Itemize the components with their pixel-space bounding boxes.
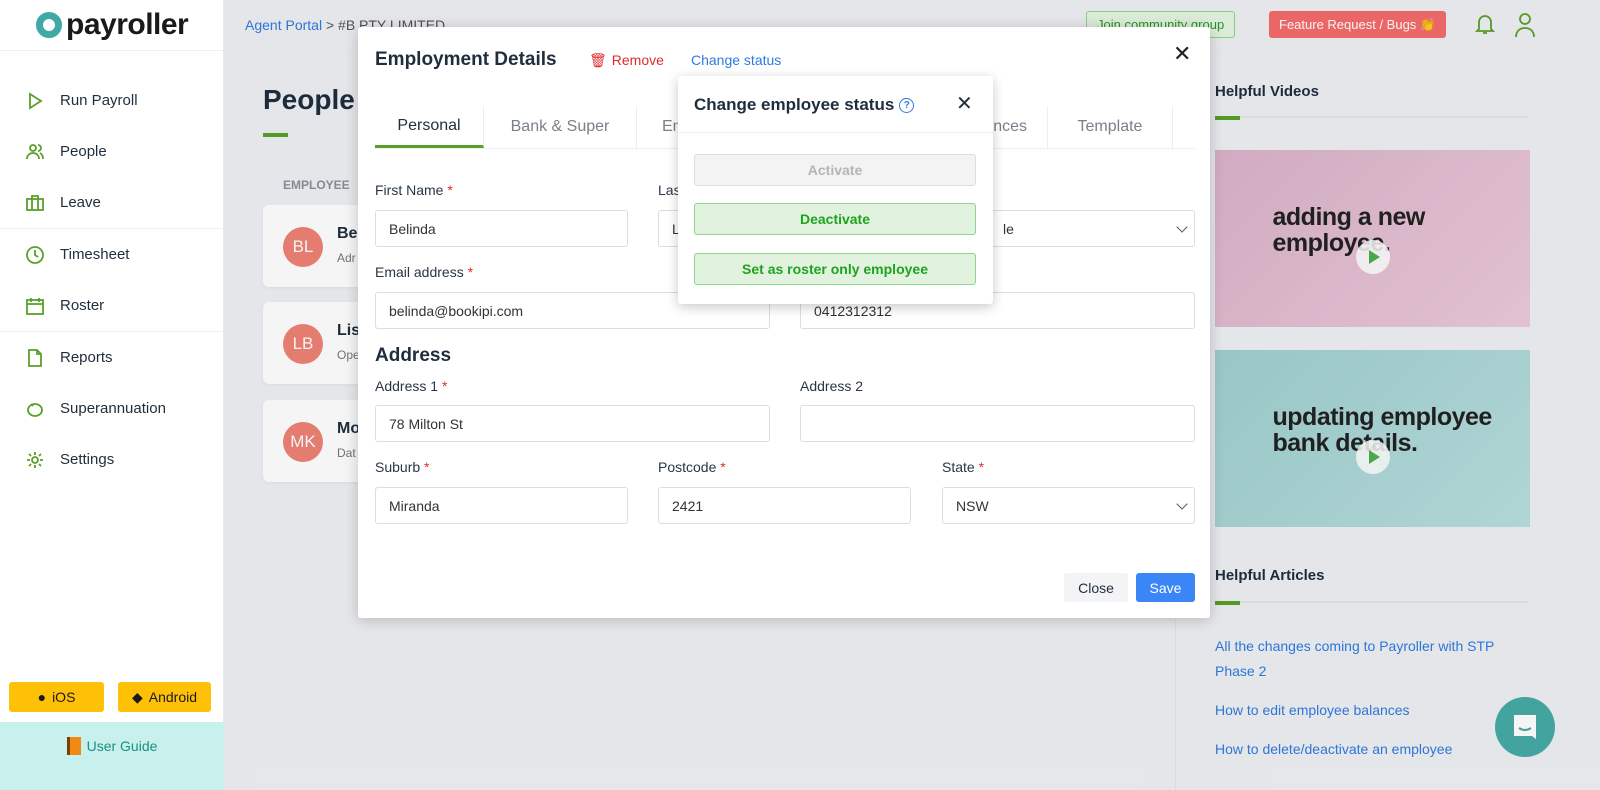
chevron-down-icon [1176,221,1188,233]
calendar-icon [26,297,44,315]
trash-icon: 🗑 [589,52,607,68]
sidebar-item-leave[interactable]: Leave [0,177,224,228]
first-name-label: First Name * [375,182,453,198]
close-icon[interactable]: ✕ [1173,41,1191,67]
logo-icon [36,12,62,38]
postcode-input[interactable]: 2421 [658,487,911,524]
ios-app-button[interactable]: ● iOS [9,682,104,712]
briefcase-icon [26,194,44,211]
sidebar-item-reports[interactable]: Reports [0,332,224,383]
sidebar-item-timesheet[interactable]: Timesheet [0,229,224,280]
sidebar: payroller Run Payroll People Leave Times… [0,0,224,790]
user-guide-link[interactable]: User Guide [0,722,224,790]
address1-input[interactable]: 78 Milton St [375,405,770,442]
address-heading: Address [375,345,452,366]
address2-input[interactable] [800,405,1195,442]
change-status-popover: Change employee status? ✕ Activate Deact… [678,76,993,304]
state-select[interactable]: NSW [942,487,1195,524]
address2-label: Address 2 [800,378,864,394]
activate-button[interactable]: Activate [694,154,976,186]
state-label: State * [942,459,985,475]
address1-label: Address 1 * [375,378,448,394]
tab-personal[interactable]: Personal [375,106,484,148]
people-icon [26,143,44,159]
change-status-button[interactable]: Change status [691,52,781,68]
piggy-bank-icon [27,402,43,417]
postcode-label: Postcode * [658,459,726,475]
first-name-input[interactable]: Belinda [375,210,628,247]
sidebar-nav: Run Payroll People Leave Timesheet Roste… [0,75,224,485]
roster-only-button[interactable]: Set as roster only employee [694,253,976,285]
sidebar-item-roster[interactable]: Roster [0,280,224,331]
help-icon[interactable]: ? [899,97,915,113]
file-icon [28,348,42,367]
book-icon [66,737,81,755]
email-label: Email address * [375,264,474,280]
chevron-down-icon [1176,498,1188,510]
sidebar-item-run-payroll[interactable]: Run Payroll [0,75,224,126]
play-icon [29,91,43,110]
tab-template[interactable]: Template [1048,106,1173,148]
apple-icon: ● [37,689,47,705]
sidebar-item-settings[interactable]: Settings [0,434,224,485]
android-app-button[interactable]: ◆ Android [118,682,211,712]
save-button[interactable]: Save [1136,573,1195,602]
sidebar-item-people[interactable]: People [0,126,224,177]
suburb-input[interactable]: Miranda [375,487,628,524]
modal-title: Employment Details [375,49,557,70]
suburb-label: Suburb * [375,459,430,475]
gear-icon [27,451,43,468]
clock-icon [26,245,44,264]
popover-title: Change employee status [694,95,895,114]
close-button[interactable]: Close [1064,573,1128,602]
close-icon[interactable]: ✕ [956,91,973,116]
remove-button[interactable]: 🗑 Remove [589,52,664,69]
sidebar-item-superannuation[interactable]: Superannuation [0,383,224,434]
deactivate-button[interactable]: Deactivate [694,203,976,235]
android-icon: ◆ [131,688,143,705]
logo[interactable]: payroller [36,8,189,42]
tab-bank-super[interactable]: Bank & Super [484,106,637,148]
